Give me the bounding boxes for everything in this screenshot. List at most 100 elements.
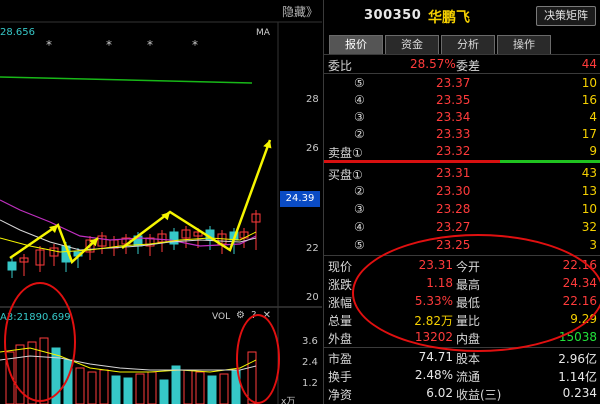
buy-level-row[interactable]: ④ 23.27 32: [324, 218, 600, 236]
hide-button[interactable]: 隐藏》: [282, 3, 318, 20]
candle-body: [7, 261, 17, 271]
level-volume: 16: [581, 93, 597, 107]
volume-axis-tick: 2.4: [302, 357, 318, 368]
level-price: 23.30: [436, 184, 471, 198]
ratio-diff-value: 44: [581, 57, 597, 71]
tab-funds[interactable]: 资金: [385, 35, 439, 54]
level-volume: 9: [589, 144, 597, 158]
level-price: 23.28: [436, 202, 471, 216]
volume-axis-tick: 1.2: [302, 378, 318, 389]
stat-value: 74.71: [418, 350, 453, 364]
tab-quote[interactable]: 报价: [329, 35, 383, 54]
volume-bar: [123, 377, 133, 404]
level-volume: 4: [589, 110, 597, 124]
stat-value: 2.96亿: [558, 352, 597, 366]
level-label: ③: [354, 202, 365, 216]
fundamentals-row: 净资 6.02 收益(三) 0.234: [324, 384, 600, 402]
level-volume: 3: [589, 238, 597, 252]
level-volume: 43: [581, 166, 597, 180]
level-label: ②: [354, 184, 365, 198]
level-label: ⑤: [354, 76, 365, 90]
volume-bar: [111, 375, 121, 404]
price-axis-tick: 20: [306, 292, 319, 303]
sell-buy-divider-green: [500, 160, 600, 163]
ma-label: MA: [256, 28, 270, 38]
stat-label: 换手: [328, 370, 353, 384]
event-marker[interactable]: *: [192, 38, 198, 52]
buy-level-row[interactable]: ③ 23.28 10: [324, 200, 600, 218]
tab-operation[interactable]: 操作: [497, 35, 551, 54]
level-volume: 10: [581, 76, 597, 90]
sell-level-row[interactable]: ③ 23.34 4: [324, 108, 600, 126]
event-marker[interactable]: *: [46, 38, 52, 52]
sell-level-row[interactable]: ② 23.33 17: [324, 125, 600, 143]
stat-value: 1.14亿: [558, 370, 597, 384]
ratio-label: 委比: [328, 59, 353, 73]
stat-label: 市盈: [328, 352, 353, 366]
ratio-value: 28.57%: [410, 57, 456, 71]
current-price-tag: 24.39: [280, 191, 320, 207]
volume-bar: [159, 379, 169, 404]
price-axis-tick: 26: [306, 143, 319, 154]
quote-panel: 300350 华鹏飞 决策矩阵 报价 资金 分析 操作 委比 28.57% 委差…: [323, 0, 600, 404]
stat-label: 股本: [456, 352, 481, 366]
price-axis-tick: 22: [306, 243, 319, 254]
level-volume: 32: [581, 220, 597, 234]
stat-label: 收益(三): [456, 388, 502, 402]
gear-icon[interactable]: ⚙: [236, 310, 245, 321]
buy-level-row[interactable]: ② 23.30 13: [324, 182, 600, 200]
quote-header: 300350 华鹏飞 决策矩阵: [324, 0, 600, 32]
volume-axis-tick: 3.6: [302, 336, 318, 347]
sell-level-row[interactable]: 卖盘① 23.32 9: [324, 142, 600, 160]
stat-label: 外盘: [328, 332, 353, 346]
stat-label: 涨幅: [328, 296, 353, 310]
stat-label: 涨跌: [328, 278, 353, 292]
sell-buy-divider-red: [324, 160, 500, 163]
volume-unit-label: x万: [281, 397, 296, 404]
event-marker[interactable]: *: [147, 38, 153, 52]
stock-name: 华鹏飞: [428, 10, 470, 26]
level-price: 23.33: [436, 127, 471, 141]
stat-value: 2.48%: [414, 368, 453, 382]
tab-analysis[interactable]: 分析: [441, 35, 495, 54]
ratio-diff-label: 委差: [456, 59, 481, 73]
level-price: 23.37: [436, 76, 471, 90]
annotation-ellipse: [4, 282, 76, 402]
event-marker[interactable]: *: [106, 38, 112, 52]
decision-matrix-button[interactable]: 决策矩阵: [536, 6, 596, 26]
level-price: 23.31: [436, 166, 471, 180]
stat-value: 6.02: [426, 386, 453, 400]
stat-label: 现价: [328, 260, 353, 274]
level-label: ②: [354, 127, 365, 141]
level-label: ③: [354, 110, 365, 124]
level-price: 23.34: [436, 110, 471, 124]
level-label: 买盘①: [328, 168, 363, 182]
sell-level-row[interactable]: ④ 23.35 16: [324, 91, 600, 109]
quote-tabs: 报价 资金 分析 操作: [329, 35, 553, 54]
volume-label: VOL: [212, 312, 231, 322]
sell-level-row[interactable]: ⑤ 23.37 10: [324, 74, 600, 92]
stat-label: 流通: [456, 370, 481, 384]
kline-chart[interactable]: 隐藏》 28.656 MA * * * * 28 26 22 20 24.39 …: [0, 0, 322, 404]
annotation-ellipse: [352, 234, 600, 352]
level-label: 卖盘①: [328, 146, 363, 160]
annotation-ellipse: [236, 314, 280, 404]
buy-level-row[interactable]: 买盘① 23.31 43: [324, 164, 600, 182]
price-axis-tick: 28: [306, 94, 319, 105]
level-price: 23.27: [436, 220, 471, 234]
level-volume: 13: [581, 184, 597, 198]
volume-bar: [171, 365, 181, 404]
level-label: ⑤: [354, 238, 365, 252]
level-volume: 17: [581, 127, 597, 141]
level-label: ④: [354, 93, 365, 107]
volume-bar: [207, 375, 217, 404]
level-volume: 10: [581, 202, 597, 216]
fundamentals-row: 换手 2.48% 流通 1.14亿: [324, 366, 600, 384]
level-price: 23.32: [436, 144, 471, 158]
stat-value: 0.234: [562, 386, 597, 400]
stock-code: 300350: [364, 8, 422, 23]
order-ratio-row: 委比 28.57% 委差 44: [324, 55, 600, 73]
stat-label: 净资: [328, 388, 353, 402]
price-indicator-label: 28.656: [0, 27, 35, 38]
level-price: 23.35: [436, 93, 471, 107]
